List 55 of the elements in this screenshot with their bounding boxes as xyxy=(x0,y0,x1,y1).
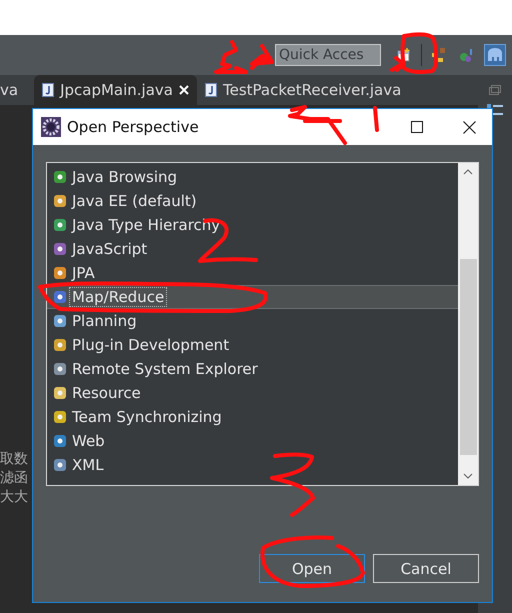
perspective-item[interactable]: Java Browsing xyxy=(47,165,458,189)
editor-tab[interactable]: JpcapMain.java xyxy=(34,75,197,105)
perspective-icon xyxy=(53,194,67,208)
square-icon xyxy=(411,121,423,133)
perspective-item[interactable]: Planning xyxy=(47,309,458,333)
perspective-item[interactable]: Java EE (default) xyxy=(47,189,458,213)
perspective-item[interactable]: Remote System Explorer xyxy=(47,357,458,381)
dialog-button[interactable]: Cancel xyxy=(373,554,479,583)
annotation-arrow xyxy=(390,56,405,72)
annotation-number xyxy=(270,452,315,517)
scrollbar-thumb[interactable] xyxy=(460,259,476,455)
annotation-box xyxy=(400,32,438,74)
perspective-icon xyxy=(53,362,67,376)
perspective-icon xyxy=(53,410,67,424)
perspective-icon xyxy=(53,386,67,400)
perspective-icon xyxy=(53,290,67,304)
perspective-item[interactable]: XML xyxy=(47,453,458,477)
perspective-item[interactable]: Java Type Hierarchy xyxy=(47,213,458,237)
perspective-icon xyxy=(53,218,67,232)
perspective-icon xyxy=(53,434,67,448)
perspective-item[interactable]: Team Synchronizing xyxy=(47,405,458,429)
scroll-up-icon[interactable] xyxy=(463,169,473,175)
perspective-item[interactable]: Map/Reduce xyxy=(47,285,458,309)
annotation-scribble xyxy=(214,40,274,74)
perspective-item[interactable]: Resource xyxy=(47,381,458,405)
code-line: 大大 xyxy=(0,488,28,507)
java-file-icon xyxy=(42,83,54,97)
gear-icon xyxy=(41,117,61,137)
dialog-title: Open Perspective xyxy=(67,118,199,136)
perspective-item[interactable]: Web xyxy=(47,429,458,453)
blocks-icon xyxy=(431,47,447,63)
scrollbar[interactable] xyxy=(458,163,478,485)
perspective-item[interactable]: JPA xyxy=(47,261,458,285)
editor-tab[interactable]: TestPacketReceiver.java xyxy=(197,75,410,105)
annotation-number xyxy=(373,106,379,132)
elephant-perspective-button[interactable] xyxy=(484,44,506,66)
perspective-icon xyxy=(53,314,67,328)
close-icon[interactable] xyxy=(179,85,189,95)
editor-tab[interactable]: va xyxy=(0,75,26,105)
perspective-icon xyxy=(53,266,67,280)
annotation-scribble xyxy=(288,105,347,145)
scroll-down-icon[interactable] xyxy=(463,473,473,479)
perspective-icon xyxy=(53,170,67,184)
elephant-icon xyxy=(486,47,504,63)
code-line: 取数 xyxy=(0,450,28,469)
perspective-icon xyxy=(53,338,67,352)
java-file-icon xyxy=(205,83,217,97)
circles-icon xyxy=(459,47,475,63)
perspective-item[interactable]: Plug-in Development xyxy=(47,333,458,357)
quick-access-field[interactable]: Quick Acces xyxy=(275,44,381,66)
perspective-icon xyxy=(53,242,67,256)
perspective-icon xyxy=(53,458,67,472)
code-line: 滤函 xyxy=(0,469,28,488)
perspective-item[interactable]: JavaScript xyxy=(47,237,458,261)
close-icon xyxy=(462,120,476,134)
